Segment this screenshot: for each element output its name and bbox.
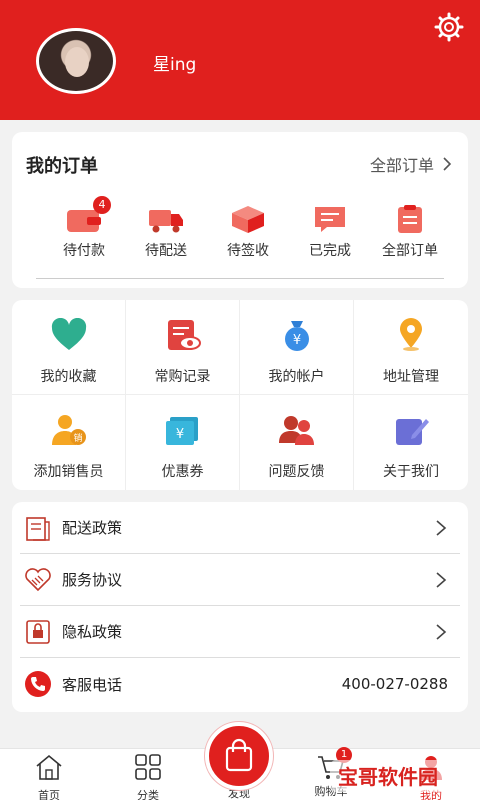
truck-icon	[149, 210, 183, 233]
chevron-right-icon	[436, 519, 447, 536]
menu-customer-service[interactable]: 客服电话 400-027-0288	[20, 658, 460, 710]
chevron-right-icon	[443, 157, 452, 171]
privacy-icon	[26, 619, 50, 644]
chevron-right-icon	[436, 623, 447, 640]
menu-label: 隐私政策	[62, 623, 123, 641]
menu-shipping-policy[interactable]: 配送政策	[20, 502, 460, 554]
order-all[interactable]: 全部订单	[370, 204, 450, 260]
service-label: 地址管理	[383, 369, 439, 385]
service-feedback[interactable]: 问题反馈	[240, 395, 354, 490]
service-label: 优惠券	[161, 464, 204, 480]
chevron-right-icon	[436, 571, 447, 588]
order-item-label: 待签收	[227, 243, 269, 259]
svg-text:¥: ¥	[175, 427, 183, 442]
tab-label: 首页	[38, 789, 60, 800]
orders-card: 我的订单 全部订单 4 待付款 待配送 待签收 已完成 全部订单	[12, 132, 468, 288]
edit-icon	[396, 419, 429, 445]
menu-label: 配送政策	[62, 519, 123, 537]
tab-home[interactable]: 首页	[14, 753, 84, 800]
customer-service-phone[interactable]: 400-027-0288	[342, 675, 448, 693]
grid-icon	[135, 754, 161, 780]
money-bag-icon: ¥	[284, 321, 309, 351]
all-orders-link[interactable]: 全部订单	[370, 152, 452, 176]
message-icon	[315, 207, 345, 232]
coupon-icon: ¥	[165, 417, 198, 445]
clipboard-icon	[398, 205, 422, 233]
record-icon	[167, 320, 201, 350]
location-pin-icon	[400, 318, 422, 351]
service-label: 我的收藏	[40, 369, 97, 385]
order-to-receive[interactable]: 待签收	[208, 204, 288, 260]
document-icon	[26, 516, 50, 541]
discover-button[interactable]	[205, 722, 273, 790]
username: 星ing	[153, 55, 197, 75]
svg-text:¥: ¥	[292, 333, 300, 348]
menu-service-agreement[interactable]: 服务协议	[20, 554, 460, 606]
phone-icon	[25, 671, 51, 697]
service-label: 添加销售员	[33, 464, 104, 480]
order-pending-payment[interactable]: 4 待付款	[44, 196, 124, 260]
divider	[36, 278, 444, 279]
order-completed[interactable]: 已完成	[290, 204, 370, 260]
add-salesperson-icon: 销	[51, 415, 86, 445]
shopping-bag-icon	[225, 738, 253, 772]
order-item-label: 已完成	[309, 243, 351, 259]
menu-label: 服务协议	[62, 571, 123, 589]
service-purchase-history[interactable]: 常购记录	[126, 300, 240, 395]
service-my-account[interactable]: ¥ 我的帐户	[240, 300, 354, 395]
all-orders-label: 全部订单	[369, 156, 434, 175]
tab-label: 分类	[137, 789, 159, 800]
svg-text:销: 销	[73, 432, 82, 444]
tab-category[interactable]: 分类	[113, 753, 183, 800]
heart-icon	[51, 317, 86, 350]
avatar[interactable]	[36, 28, 116, 94]
watermark-logo: 宝哥软件园	[330, 756, 476, 796]
feedback-icon	[278, 416, 314, 445]
services-grid: 我的收藏 常购记录 ¥ 我的帐户 地址管理 销 添加销售员 ¥ 优惠券 问题反馈…	[12, 300, 468, 490]
service-label: 关于我们	[383, 464, 439, 480]
service-label: 我的帐户	[268, 369, 325, 385]
home-icon	[36, 754, 62, 780]
order-item-label: 全部订单	[382, 243, 438, 259]
service-add-salesperson[interactable]: 销 添加销售员	[12, 395, 126, 490]
service-coupons[interactable]: ¥ 优惠券	[126, 395, 240, 490]
service-label: 问题反馈	[268, 464, 325, 480]
order-item-label: 待配送	[145, 243, 187, 259]
settings-list: 配送政策 服务协议 隐私政策 客服电话 400-027-0288	[12, 502, 468, 712]
service-address[interactable]: 地址管理	[354, 300, 468, 395]
svg-text:宝哥软件园: 宝哥软件园	[338, 765, 438, 789]
menu-label: 客服电话	[62, 675, 123, 694]
service-about-us[interactable]: 关于我们	[354, 395, 468, 490]
order-to-deliver[interactable]: 待配送	[126, 204, 206, 260]
gear-icon[interactable]	[434, 12, 464, 42]
service-label: 常购记录	[154, 369, 211, 385]
profile-header: 星ing	[0, 0, 480, 120]
package-icon	[232, 206, 264, 233]
order-item-label: 待付款	[63, 243, 105, 259]
orders-title: 我的订单	[26, 156, 98, 177]
pending-payment-badge: 4	[93, 196, 111, 214]
menu-privacy-policy[interactable]: 隐私政策	[20, 606, 460, 658]
service-favorites[interactable]: 我的收藏	[12, 300, 126, 395]
handshake-icon	[25, 567, 51, 591]
